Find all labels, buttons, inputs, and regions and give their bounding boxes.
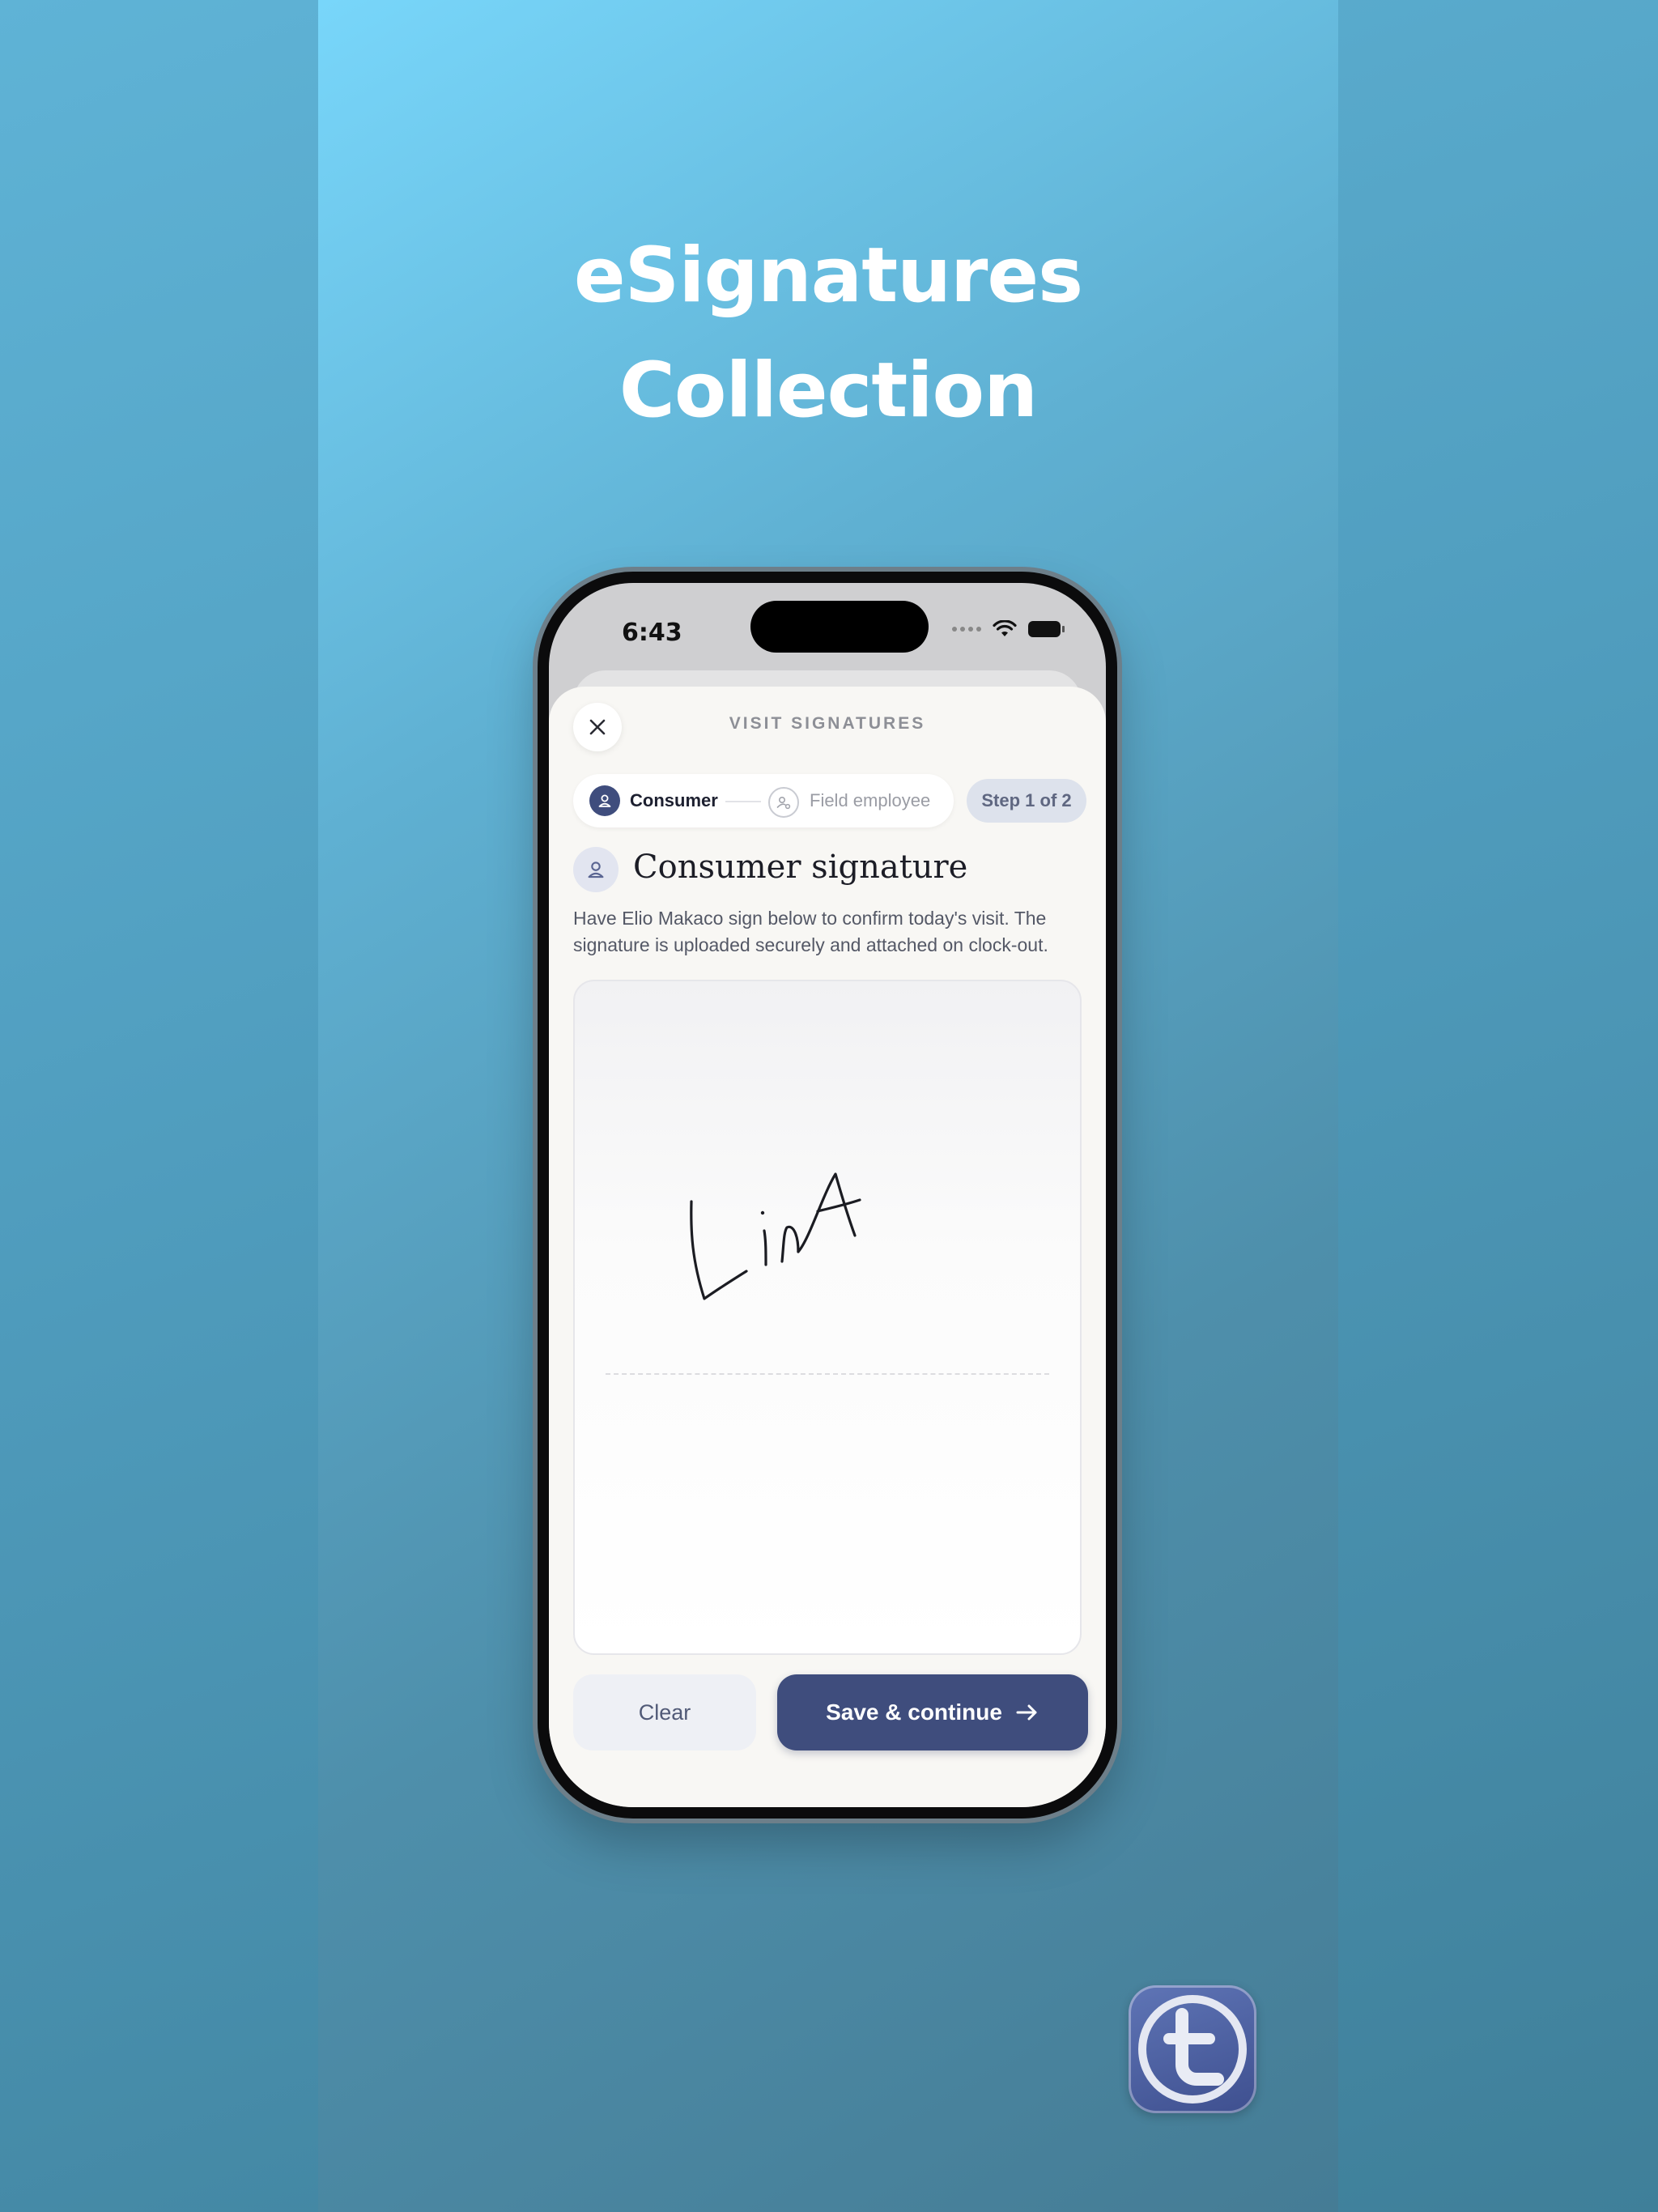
signature-description: Have Elio Makaco sign below to confirm t…	[573, 908, 1048, 955]
step-consumer-label[interactable]: Consumer	[630, 790, 718, 811]
status-time: 6:43	[622, 619, 682, 647]
signal-icon	[952, 627, 981, 632]
save-button-label: Save & continue	[826, 1699, 1002, 1725]
clear-button-label: Clear	[638, 1699, 691, 1725]
phone-frame: 6:43 VISIT SIGNATURES Consumer Field emp…	[538, 572, 1117, 1819]
logo-mark	[1138, 1995, 1247, 2104]
promo-headline: eSignatures Collection	[318, 219, 1338, 449]
step-count-badge: Step 1 of 2	[967, 779, 1086, 823]
phone-screen: 6:43 VISIT SIGNATURES Consumer Field emp…	[549, 583, 1106, 1807]
save-continue-button[interactable]: Save & continue	[777, 1674, 1088, 1750]
step-consumer-indicator[interactable]	[589, 785, 620, 816]
user-icon	[588, 861, 604, 878]
headline-line-2: Collection	[619, 347, 1038, 435]
signature-sheet: VISIT SIGNATURES Consumer Field employee…	[549, 687, 1106, 1807]
clear-button[interactable]: Clear	[573, 1674, 756, 1750]
signature-ink	[690, 1172, 861, 1300]
wifi-icon	[993, 620, 1017, 636]
consumer-avatar	[573, 847, 619, 892]
dynamic-island	[750, 601, 929, 653]
step-field-employee-indicator[interactable]	[768, 787, 799, 818]
battery-icon	[1028, 621, 1065, 637]
headline-line-1: eSignatures	[573, 232, 1083, 320]
status-icons	[952, 620, 1065, 638]
arrow-right-icon	[1016, 1704, 1037, 1721]
step-field-employee-label[interactable]: Field employee	[810, 790, 930, 811]
signature-pad[interactable]	[573, 980, 1082, 1655]
signature-heading: Consumer signature	[633, 849, 968, 886]
app-logo-icon	[1129, 1985, 1256, 2113]
signature-baseline	[606, 1373, 1049, 1375]
user-cog-icon	[776, 796, 791, 810]
sheet-title: VISIT SIGNATURES	[729, 714, 926, 733]
step-connector	[725, 801, 761, 802]
user-icon	[598, 794, 611, 807]
signature-stepper: Consumer Field employee	[573, 774, 954, 827]
